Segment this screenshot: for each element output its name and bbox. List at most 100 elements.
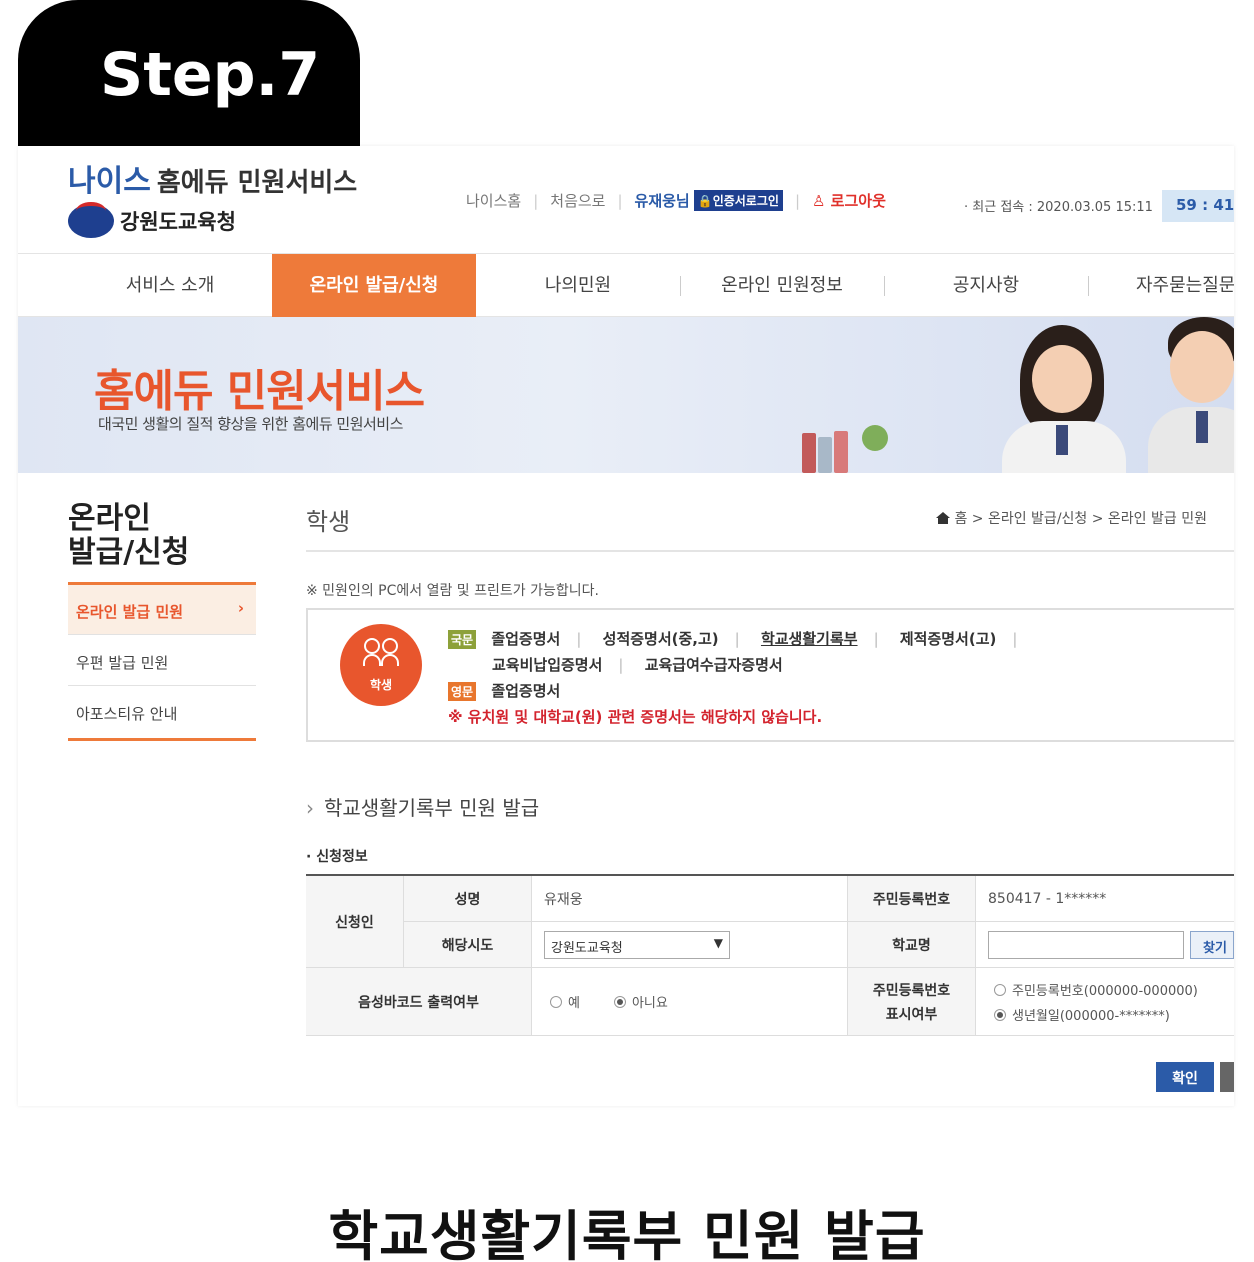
education-office-name: 강원도교육청 [120, 210, 236, 234]
nav-link-first-page[interactable]: 처음으로 [550, 190, 605, 211]
banner-subtitle: 대국민 생활의 질적 향상을 위한 홈에듀 민원서비스 [98, 415, 403, 433]
radio-rrn-full[interactable] [994, 983, 1006, 996]
tag-english: 영문 [448, 682, 477, 701]
top-utility-nav: 나이스홈 | 처음으로 | 유재웅님 🔒인증서로그인 | ♙ 로그아웃 [466, 190, 886, 211]
student-boy-image [1142, 317, 1234, 473]
breadcrumb: 홈 > 온라인 발급/신청 > 온라인 발급 민원 [936, 508, 1207, 528]
sidebar-title-line1: 온라인 [68, 501, 151, 536]
rrn-display-label-2: 표시여부 [885, 1006, 938, 1023]
korean-docs-row-1: 국문 졸업증명서 | 성적증명서(중,고) | 학교생활기록부 | 제적증명서(고) | [448, 628, 1033, 649]
sidebar-item-mail-issue[interactable]: 우편 발급 민원 [68, 636, 256, 686]
main-nav-online-info[interactable]: 온라인 민원정보 [680, 254, 884, 317]
radio-no[interactable] [613, 996, 626, 1008]
logo-brand: 나이스 [68, 164, 151, 199]
school-name-input[interactable] [988, 930, 1184, 959]
doc-link-graduation[interactable]: 졸업증명서 [491, 630, 560, 648]
neis-logo[interactable]: 나이스 홈에듀 민원서비스 [68, 156, 357, 200]
barcode-label: 음성바코드 출력여부 [306, 968, 532, 1036]
barcode-yes-option[interactable]: 예 [550, 992, 580, 1011]
section-title-text: 학교생활기록부 민원 발급 [324, 796, 540, 820]
doc-link-edu-benefit[interactable]: 교육급여수급자증명서 [645, 656, 783, 674]
doc-link-tuition-payment[interactable]: 교육비납입증명서 [492, 656, 602, 674]
nav-link-neis-home[interactable]: 나이스홈 [466, 190, 521, 211]
home-icon[interactable] [936, 512, 950, 524]
main-nav-faq[interactable]: 자주묻는질문 [1088, 254, 1234, 317]
logout-label: 로그아웃 [830, 192, 886, 210]
main-nav-service-intro[interactable]: 서비스 소개 [68, 254, 272, 317]
student-badge-label: 학생 [369, 678, 393, 692]
education-office-logo: 강원도교육청 [68, 202, 236, 238]
rrn-display-label: 주민등록번호 표시여부 [848, 968, 976, 1036]
cert-login-label: 인증서로그인 [712, 194, 779, 208]
chevron-right-icon: › [237, 599, 244, 617]
student-badge: 학생 [340, 624, 422, 706]
caret-down-icon: ▼ [713, 935, 723, 950]
main-nav: 서비스 소개 온라인 발급/신청 나의민원 온라인 민원정보 공지사항 자주묻는… [18, 254, 1234, 317]
rrn-full-option[interactable]: 주민등록번호(000000-000000) [994, 980, 1198, 999]
session-timer[interactable]: 59 : 41 [1162, 190, 1234, 222]
radio-yes[interactable] [550, 996, 562, 1008]
breadcrumb-text[interactable]: 홈 > 온라인 발급/신청 > 온라인 발급 민원 [954, 511, 1207, 527]
radio-rrn-birth[interactable] [994, 1008, 1006, 1021]
sidebar-item-label: 아포스티유 안내 [76, 705, 178, 723]
barcode-yes-label: 예 [568, 996, 580, 1011]
divider [306, 550, 1234, 552]
confirm-button[interactable]: 확인 [1156, 1062, 1214, 1092]
doc-link-transcript[interactable]: 성적증명서(중,고) [603, 630, 719, 648]
doc-link-graduation-en[interactable]: 졸업증명서 [491, 682, 560, 700]
region-select[interactable]: 강원도교육청 ▼ [544, 930, 730, 959]
rrn-display-options: 주민등록번호(000000-000000) 생년월일(000000-******… [976, 968, 1234, 1036]
hero-banner: 홈에듀 민원서비스 대국민 생활의 질적 향상을 위한 홈에듀 민원서비스 [18, 317, 1234, 473]
name-label: 성명 [404, 876, 532, 922]
lock-icon: 🔒 [697, 194, 713, 208]
english-docs-row: 영문 졸업증명서 [448, 680, 560, 701]
rrn-full-label: 주민등록번호(000000-000000) [1012, 983, 1198, 999]
rrn-birth-option[interactable]: 생년월일(000000-*******) [994, 1005, 1170, 1024]
step-label: Step.7 [100, 40, 321, 110]
student-girl-image [998, 325, 1138, 473]
sidebar-item-apostille[interactable]: 아포스티유 안내 [68, 687, 256, 737]
cancel-button[interactable] [1220, 1062, 1234, 1092]
sidebar-item-online-issue[interactable]: 온라인 발급 민원 › [68, 585, 256, 635]
main-nav-notices[interactable]: 공지사항 [884, 254, 1088, 317]
main-nav-my-requests[interactable]: 나의민원 [476, 254, 680, 317]
rrn-birth-label: 생년월일(000000-*******) [1012, 1008, 1170, 1024]
divider: | [533, 191, 539, 210]
step-caption: 학교생활기록부 민원 발급 [328, 1205, 926, 1262]
barcode-no-option[interactable]: 아니요 [613, 992, 668, 1011]
divider: | [794, 191, 800, 210]
sidebar-item-label: 우편 발급 민원 [76, 654, 169, 672]
sidebar-item-label: 온라인 발급 민원 [76, 603, 184, 621]
sub-title: · 신청정보 [306, 849, 368, 865]
rrn-display-label-1: 주민등록번호 [872, 982, 951, 999]
barcode-no-label: 아니요 [631, 996, 668, 1011]
application-form: 신청인 성명 유재웅 주민등록번호 850417 - 1****** 해당시도 … [306, 874, 1234, 1038]
user-name: 유재웅님 [634, 192, 690, 210]
banner-title: 홈에듀 민원서비스 [94, 366, 425, 417]
applicant-label: 신청인 [306, 876, 404, 968]
chevron-right-icon: › [306, 796, 314, 820]
divider: | [617, 191, 623, 210]
school-cell: 찾기 [976, 922, 1234, 968]
find-school-button[interactable]: 찾기 [1190, 930, 1234, 959]
sidebar-bottom-rule [68, 738, 256, 741]
region-select-value: 강원도교육청 [551, 940, 623, 956]
region-cell: 강원도교육청 ▼ [532, 922, 848, 968]
rrn-value: 850417 - 1****** [976, 876, 1234, 922]
tag-korean: 국문 [448, 630, 477, 649]
doc-link-withdrawal[interactable]: 제적증명서(고) [900, 630, 997, 648]
logout-button[interactable]: ♙ 로그아웃 [812, 190, 886, 211]
name-value: 유재웅 [532, 876, 848, 922]
main-nav-online-issue[interactable]: 온라인 발급/신청 [272, 254, 476, 317]
section-title: › 학교생활기록부 민원 발급 [306, 792, 539, 821]
doc-link-school-record[interactable]: 학교생활기록부 [761, 630, 858, 648]
rrn-label: 주민등록번호 [848, 876, 976, 922]
korean-docs-row-2: 교육비납입증명서 | 교육급여수급자증명서 [492, 656, 783, 674]
notice-text: ※ 민원인의 PC에서 열람 및 프린트가 가능합니다. [306, 583, 599, 599]
cert-login-button[interactable]: 🔒인증서로그인 [693, 190, 783, 211]
sidebar-title-line2: 발급/신청 [68, 535, 190, 570]
region-label: 해당시도 [404, 922, 532, 968]
document-info-box: 학생 국문 졸업증명서 | 성적증명서(중,고) | 학교생활기록부 | 제적증명서(… [306, 608, 1234, 742]
students-icon [362, 638, 400, 668]
user-icon: ♙ [812, 192, 831, 210]
